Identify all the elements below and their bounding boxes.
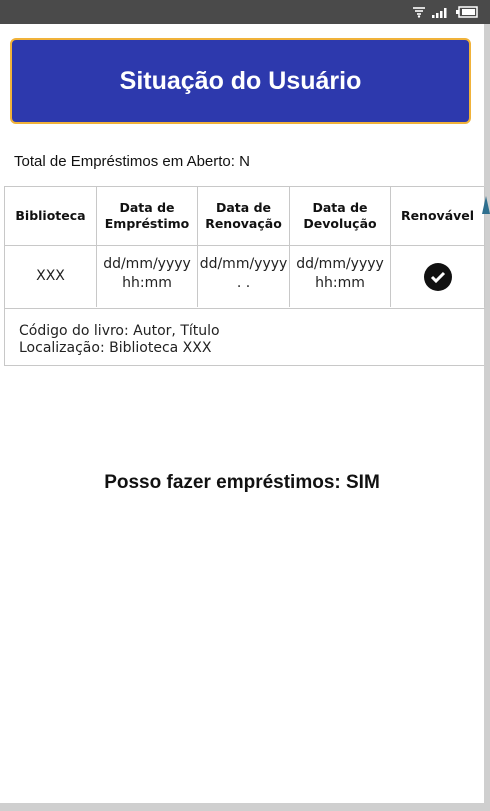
column-header-loan-date: Data de Empréstimo <box>97 187 198 245</box>
page-title: Situação do Usuário <box>119 66 362 95</box>
can-loan-status: Posso fazer empréstimos: SIM <box>104 472 380 493</box>
total-open-loans: Total de Empréstimos em Aberto: N <box>14 153 250 170</box>
renewable-cell[interactable] <box>391 246 485 307</box>
table-row[interactable]: XXX dd/mm/yyyy hh:mm dd/mm/yyyy . . dd/m… <box>5 245 485 308</box>
column-header-return-date: Data de Devolução <box>290 187 391 245</box>
status-icons <box>412 4 478 20</box>
column-header-renewal-date: Data de Renovação <box>198 187 290 245</box>
check-circle-icon[interactable] <box>423 262 452 291</box>
book-location: Localização: Biblioteca XXX <box>19 340 212 356</box>
column-header-library: Biblioteca <box>5 187 97 245</box>
column-header-renewable: Renovável <box>391 187 485 245</box>
loan-date-cell: dd/mm/yyyy hh:mm <box>97 246 198 307</box>
library-cell: XXX <box>5 246 97 307</box>
signal-icon <box>432 8 447 18</box>
wifi-icon <box>413 7 425 18</box>
loans-table: Biblioteca Data de Empréstimo Data de Re… <box>4 186 485 367</box>
page-title-button[interactable]: Situação do Usuário <box>10 38 471 124</box>
edge-accent <box>482 196 490 214</box>
battery-icon <box>456 6 478 18</box>
screen: Situação do Usuário Total de Empréstimos… <box>0 24 485 803</box>
return-date-cell: dd/mm/yyyy hh:mm <box>290 246 391 307</box>
table-header-row: Biblioteca Data de Empréstimo Data de Re… <box>5 187 485 245</box>
renewal-date-cell: dd/mm/yyyy . . <box>198 246 290 307</box>
status-bar <box>0 0 490 24</box>
book-code: Código do livro: Autor, Título <box>19 323 220 339</box>
book-info: Código do livro: Autor, Título Localizaç… <box>5 308 485 367</box>
